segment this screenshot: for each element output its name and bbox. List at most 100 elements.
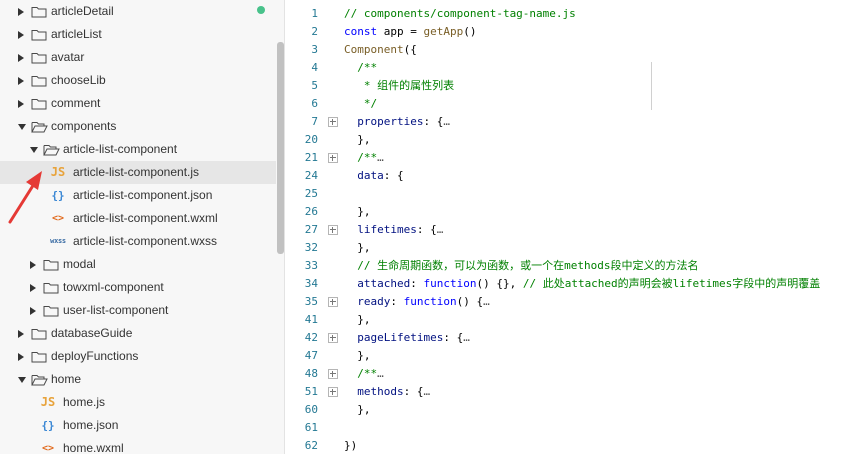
chevron-right-icon[interactable] — [30, 253, 38, 276]
tree-file-item[interactable]: <> article-list-component.wxml — [0, 207, 276, 230]
code-token: const — [344, 25, 378, 38]
tree-file-item[interactable]: wxss article-list-component.wxss — [0, 230, 276, 253]
code-line[interactable]: 47 }, — [285, 347, 852, 365]
code-line[interactable]: 21 /**… — [285, 149, 852, 167]
chevron-right-icon[interactable] — [18, 92, 26, 115]
fold-expand-icon[interactable] — [328, 333, 338, 343]
code-line[interactable]: 48 /**… — [285, 365, 852, 383]
code-line[interactable]: 41 }, — [285, 311, 852, 329]
chevron-right-icon[interactable] — [18, 69, 26, 92]
code-token: () — [463, 25, 477, 38]
code-token: properties — [344, 115, 424, 128]
code-line[interactable]: 51 methods: {… — [285, 383, 852, 401]
code-line[interactable]: 7 properties: {… — [285, 113, 852, 131]
code-line[interactable]: 1 // components/component-tag-name.js — [285, 5, 852, 23]
code-line[interactable]: 35 ready: function() {… — [285, 293, 852, 311]
chevron-right-icon[interactable] — [30, 276, 38, 299]
chevron-right-icon[interactable] — [18, 322, 26, 345]
chevron-right-icon[interactable] — [18, 23, 26, 46]
code-token: }) — [344, 439, 358, 452]
wxss-file-icon: wxss — [50, 237, 66, 245]
code-line[interactable]: 60 }, — [285, 401, 852, 419]
code-line[interactable]: 32 }, — [285, 239, 852, 257]
code-token: getApp — [423, 25, 464, 38]
chevron-right-icon[interactable] — [30, 299, 38, 322]
fold-expand-icon[interactable] — [328, 387, 338, 397]
code-line[interactable]: 33 // 生命周期函数，可以为函数，或一个在methods段中定义的方法名 — [285, 257, 852, 275]
tree-folder-item[interactable]: databaseGuide — [0, 322, 276, 345]
code-text: * 组件的属性列表 — [344, 77, 454, 95]
code-text: }, — [344, 131, 370, 149]
tree-file-item[interactable]: JS home.js — [0, 391, 276, 414]
code-token: * 组件的属性列表 — [344, 79, 455, 92]
fold-expand-icon[interactable] — [328, 297, 338, 307]
tree-folder-item[interactable]: avatar — [0, 46, 276, 69]
tree-file-item[interactable]: <> home.wxml — [0, 437, 276, 454]
line-number: 41 — [304, 313, 318, 326]
line-number: 51 — [304, 385, 318, 398]
line-number: 61 — [304, 421, 318, 434]
fold-expand-icon[interactable] — [328, 153, 338, 163]
tree-file-item[interactable]: JS article-list-component.js — [0, 161, 276, 184]
line-number: 27 — [304, 223, 318, 236]
fold-expand-icon[interactable] — [328, 117, 338, 127]
code-line[interactable]: 34 attached: function() {}, // 此处attache… — [285, 275, 852, 293]
tree-folder-item[interactable]: towxml-component — [0, 276, 276, 299]
chevron-down-icon[interactable] — [18, 115, 26, 138]
chevron-right-icon[interactable] — [18, 46, 26, 69]
code-line[interactable]: 25 — [285, 185, 852, 203]
chevron-down-icon[interactable] — [30, 138, 38, 161]
tree-folder-item[interactable]: user-list-component — [0, 299, 276, 322]
code-line[interactable]: 2 const app = getApp() — [285, 23, 852, 41]
code-line[interactable]: 62}) — [285, 437, 852, 454]
folder-icon — [43, 276, 61, 299]
line-number: 4 — [311, 61, 318, 74]
code-line[interactable]: 24 data: { — [285, 167, 852, 185]
code-editor[interactable]: 1 // components/component-tag-name.js 2 con… — [285, 0, 852, 454]
chevron-down-icon[interactable] — [18, 368, 26, 391]
code-line[interactable]: 20 }, — [285, 131, 852, 149]
line-number: 3 — [311, 43, 318, 56]
line-number: 6 — [311, 97, 318, 110]
chevron-right-icon[interactable] — [18, 0, 26, 23]
code-line[interactable]: 42 pageLifetimes: {… — [285, 329, 852, 347]
tree-folder-item[interactable]: articleList — [0, 23, 276, 46]
tree-folder-item[interactable]: comment — [0, 92, 276, 115]
tree-folder-item[interactable]: modal — [0, 253, 276, 276]
wxml-file-icon: <> — [51, 213, 65, 224]
code-token: /** — [344, 61, 378, 74]
code-token: : { — [383, 169, 404, 182]
tree-file-item[interactable]: {} home.json — [0, 414, 276, 437]
code-line[interactable]: 3 Component({ — [285, 41, 852, 59]
code-token: */ — [344, 97, 378, 110]
code-text: ready: function() {… — [344, 293, 490, 311]
chevron-right-icon[interactable] — [18, 345, 26, 368]
line-number: 42 — [304, 331, 318, 344]
code-line[interactable]: 6 */ — [285, 95, 852, 113]
code-text: /**… — [344, 365, 384, 383]
tree-folder-item[interactable]: chooseLib — [0, 69, 276, 92]
code-text: lifetimes: {… — [344, 221, 443, 239]
code-line[interactable]: 4 /** — [285, 59, 852, 77]
code-token: … — [483, 295, 490, 308]
code-line[interactable]: 27 lifetimes: {… — [285, 221, 852, 239]
tree-folder-item[interactable]: home — [0, 368, 276, 391]
code-line[interactable]: 61 — [285, 419, 852, 437]
json-file-icon: {} — [51, 189, 65, 202]
fold-expand-icon[interactable] — [328, 225, 338, 235]
tree-folder-item[interactable]: deployFunctions — [0, 345, 276, 368]
tree-item-label: chooseLib — [51, 73, 106, 87]
code-token: function — [423, 277, 477, 290]
tree-folder-item[interactable]: components — [0, 115, 276, 138]
sidebar-scrollbar[interactable] — [277, 42, 284, 254]
fold-expand-icon[interactable] — [328, 369, 338, 379]
code-line[interactable]: 5 * 组件的属性列表 — [285, 77, 852, 95]
tree-file-item[interactable]: {} article-list-component.json — [0, 184, 276, 207]
tree-folder-item[interactable]: articleDetail — [0, 0, 276, 23]
tree-folder-item[interactable]: article-list-component — [0, 138, 276, 161]
tree-item-label: home — [51, 372, 82, 386]
code-line[interactable]: 26 }, — [285, 203, 852, 221]
folder-open-icon — [31, 368, 49, 391]
code-token: /** — [344, 367, 378, 380]
line-number: 25 — [304, 187, 318, 200]
